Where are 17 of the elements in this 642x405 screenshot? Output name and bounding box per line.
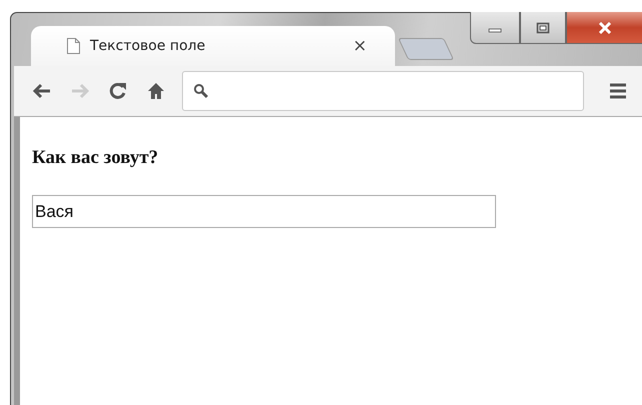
reload-icon [109, 82, 127, 100]
question-heading: Как вас зовут? [32, 147, 160, 169]
name-input-field[interactable]: Вася [32, 195, 496, 228]
back-arrow-icon [32, 83, 52, 99]
tab-close-button[interactable]: × [352, 36, 367, 56]
close-icon [596, 22, 612, 34]
close-button[interactable] [566, 12, 642, 44]
home-icon [147, 82, 165, 100]
minimize-button[interactable] [470, 12, 520, 44]
maximize-icon [536, 22, 550, 34]
forward-arrow-icon [70, 83, 90, 99]
maximize-button[interactable] [520, 12, 566, 44]
menu-icon [609, 83, 627, 99]
page-icon [67, 38, 80, 54]
tab-title: Текстовое поле [90, 38, 206, 54]
browser-tab[interactable]: Текстовое поле × [31, 26, 395, 66]
search-icon [193, 83, 209, 99]
